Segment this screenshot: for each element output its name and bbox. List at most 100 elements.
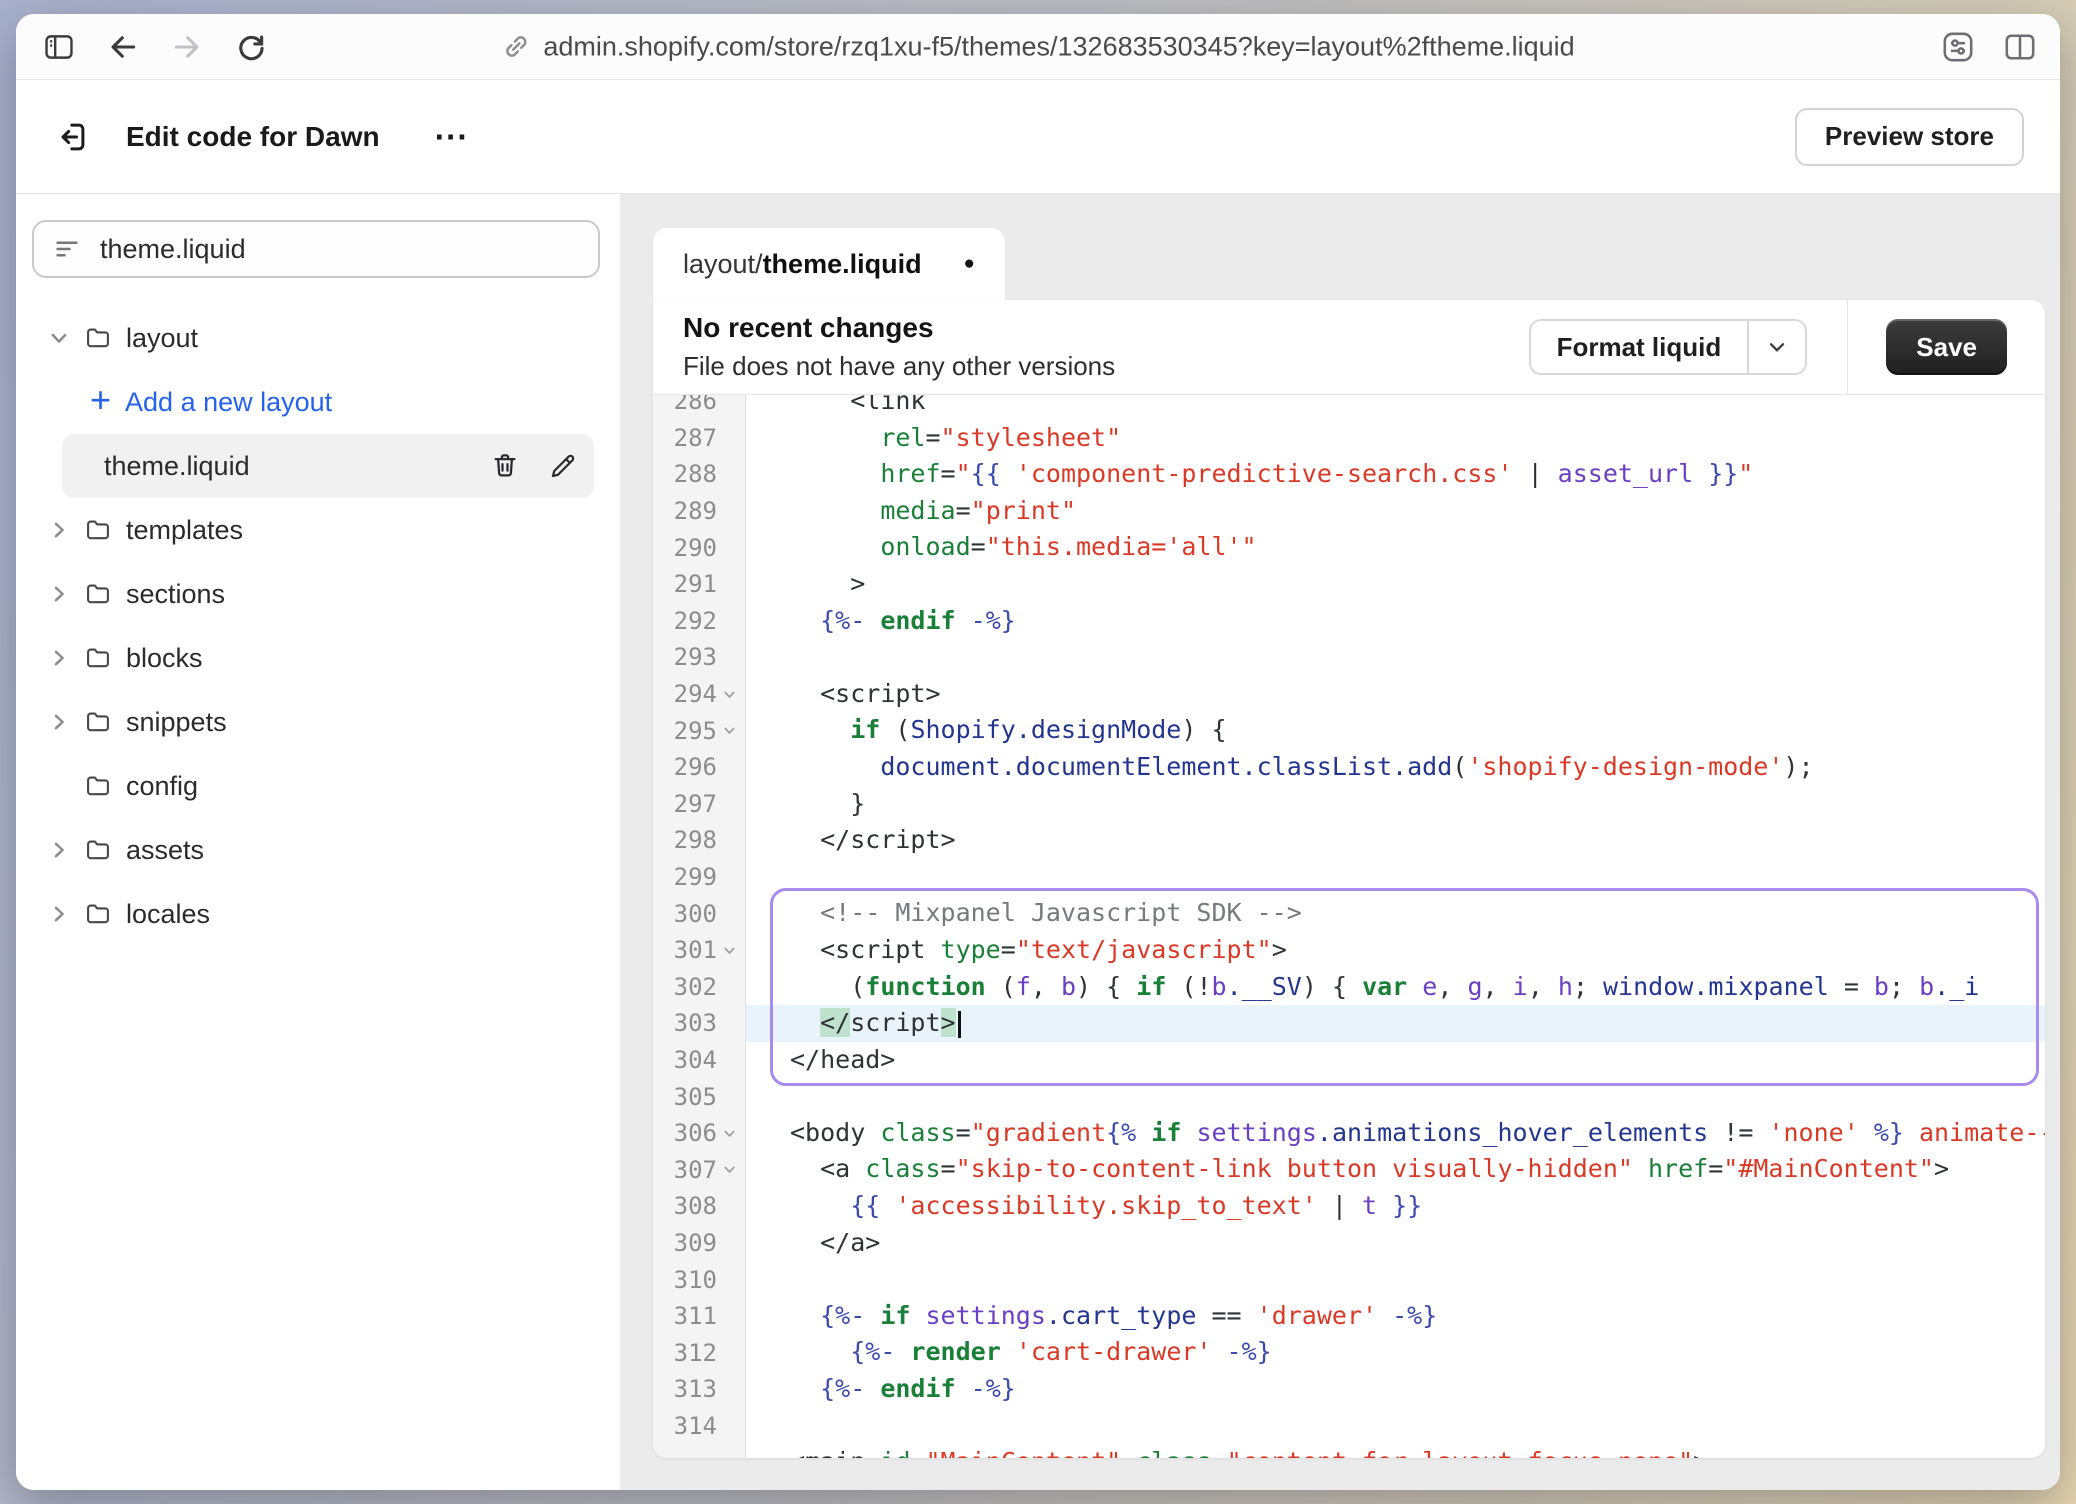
sidebar-item-blocks[interactable]: blocks bbox=[32, 626, 594, 690]
code-line[interactable]: 291 > bbox=[653, 566, 2045, 603]
fold-chevron-icon[interactable] bbox=[717, 943, 741, 958]
fold-chevron-icon[interactable] bbox=[717, 723, 741, 738]
fold-chevron-icon[interactable] bbox=[717, 687, 741, 702]
code-text[interactable]: } bbox=[746, 786, 2045, 823]
fold-chevron-icon[interactable] bbox=[717, 1126, 741, 1141]
code-line[interactable]: 313 {%- endif -%} bbox=[653, 1371, 2045, 1408]
search-input[interactable] bbox=[98, 233, 580, 266]
code-line[interactable]: 290 onload="this.media='all'" bbox=[653, 529, 2045, 566]
chevron-right-icon[interactable] bbox=[48, 583, 84, 605]
code-line[interactable]: 314 bbox=[653, 1408, 2045, 1445]
code-line[interactable]: 287 rel="stylesheet" bbox=[653, 420, 2045, 457]
sidebar-item-assets[interactable]: assets bbox=[32, 818, 594, 882]
code-text[interactable]: <link bbox=[746, 395, 2045, 420]
code-text[interactable]: </a> bbox=[746, 1225, 2045, 1262]
sidebar-item-layout[interactable]: layout bbox=[32, 306, 594, 370]
format-options-chevron-icon[interactable] bbox=[1749, 321, 1805, 373]
sidebar-item-sections[interactable]: sections bbox=[32, 562, 594, 626]
sidebar-item-theme-liquid[interactable]: theme.liquid bbox=[62, 434, 594, 498]
chevron-right-icon[interactable] bbox=[48, 519, 84, 541]
code-text[interactable] bbox=[746, 639, 2045, 676]
code-line[interactable]: 302 (function (f, b) { if (!b.__SV) { va… bbox=[653, 969, 2045, 1006]
code-text[interactable]: {{ 'accessibility.skip_to_text' | t }} bbox=[746, 1188, 2045, 1225]
code-text[interactable]: </script> bbox=[746, 822, 2045, 859]
format-liquid-button[interactable]: Format liquid bbox=[1531, 321, 1750, 373]
code-text[interactable] bbox=[746, 1261, 2045, 1298]
code-line[interactable]: 312 {%- render 'cart-drawer' -%} bbox=[653, 1334, 2045, 1371]
code-text[interactable]: (function (f, b) { if (!b.__SV) { var e,… bbox=[746, 969, 2045, 1006]
code-line[interactable]: 300 <!-- Mixpanel Javascript SDK --> bbox=[653, 895, 2045, 932]
code-line[interactable]: 308 {{ 'accessibility.skip_to_text' | t … bbox=[653, 1188, 2045, 1225]
code-text[interactable]: media="print" bbox=[746, 493, 2045, 530]
code-text[interactable]: {%- if settings.cart_type == 'drawer' -%… bbox=[746, 1298, 2045, 1335]
code-line[interactable]: 294 <script> bbox=[653, 676, 2045, 713]
code-text[interactable]: </head> bbox=[746, 1042, 2045, 1079]
back-icon[interactable] bbox=[106, 30, 140, 64]
code-line[interactable]: 306<body class="gradient{% if settings.a… bbox=[653, 1115, 2045, 1152]
code-text[interactable]: <!-- Mixpanel Javascript SDK --> bbox=[746, 895, 2045, 932]
rename-file-icon[interactable] bbox=[548, 451, 578, 481]
code-line[interactable]: 311 {%- if settings.cart_type == 'drawer… bbox=[653, 1298, 2045, 1335]
sidebar-item-snippets[interactable]: snippets bbox=[32, 690, 594, 754]
code-line[interactable]: 288 href="{{ 'component-predictive-searc… bbox=[653, 456, 2045, 493]
code-line[interactable]: 296 document.documentElement.classList.a… bbox=[653, 749, 2045, 786]
code-line[interactable]: 299 bbox=[653, 859, 2045, 896]
sidebar-item-add-a-new-layout[interactable]: +Add a new layout bbox=[32, 370, 594, 434]
code-text[interactable] bbox=[746, 1408, 2045, 1445]
code-line[interactable]: 305 bbox=[653, 1078, 2045, 1115]
code-text[interactable]: if (Shopify.designMode) { bbox=[746, 712, 2045, 749]
sidebar-item-locales[interactable]: locales bbox=[32, 882, 594, 946]
chevron-right-icon[interactable] bbox=[48, 711, 84, 733]
code-text[interactable]: {%- endif -%} bbox=[746, 1371, 2045, 1408]
code-text[interactable]: {%- render 'cart-drawer' -%} bbox=[746, 1334, 2045, 1371]
code-line[interactable]: 293 bbox=[653, 639, 2045, 676]
chevron-right-icon[interactable] bbox=[48, 839, 84, 861]
split-view-icon[interactable] bbox=[2002, 29, 2038, 65]
chevron-down-icon[interactable] bbox=[48, 327, 84, 349]
code-text[interactable]: <main id="MainContent" class="content-fo… bbox=[746, 1444, 2045, 1458]
code-line[interactable]: 286 <link bbox=[653, 395, 2045, 420]
code-line[interactable]: 295 if (Shopify.designMode) { bbox=[653, 712, 2045, 749]
code-editor[interactable]: 286 <link287 rel="stylesheet"288 href="{… bbox=[653, 395, 2045, 1458]
sidebar-item-config[interactable]: config bbox=[32, 754, 594, 818]
forward-icon[interactable] bbox=[170, 30, 204, 64]
code-text[interactable]: <body class="gradient{% if settings.anim… bbox=[746, 1115, 2045, 1152]
code-text[interactable]: rel="stylesheet" bbox=[746, 420, 2045, 457]
code-line[interactable]: 301 <script type="text/javascript"> bbox=[653, 932, 2045, 969]
code-text[interactable]: <script type="text/javascript"> bbox=[746, 932, 2045, 969]
code-line[interactable]: 310 bbox=[653, 1261, 2045, 1298]
code-line[interactable]: 298 </script> bbox=[653, 822, 2045, 859]
delete-file-icon[interactable] bbox=[490, 451, 520, 481]
code-line[interactable]: <main id="MainContent" class="content-fo… bbox=[653, 1444, 2045, 1458]
code-text[interactable]: > bbox=[746, 566, 2045, 603]
chevron-right-icon[interactable] bbox=[48, 903, 84, 925]
chevron-right-icon[interactable] bbox=[48, 647, 84, 669]
code-text[interactable]: </script> bbox=[746, 1005, 2045, 1042]
code-text[interactable]: document.documentElement.classList.add('… bbox=[746, 749, 2045, 786]
code-text[interactable] bbox=[746, 1078, 2045, 1115]
code-text[interactable]: <script> bbox=[746, 676, 2045, 713]
preview-store-button[interactable]: Preview store bbox=[1795, 108, 2024, 166]
code-text[interactable]: onload="this.media='all'" bbox=[746, 529, 2045, 566]
code-line[interactable]: 304</head> bbox=[653, 1042, 2045, 1079]
save-button[interactable]: Save bbox=[1886, 319, 2007, 375]
sidebar-toggle-icon[interactable] bbox=[42, 30, 76, 64]
code-text[interactable]: {%- endif -%} bbox=[746, 603, 2045, 640]
code-line[interactable]: 289 media="print" bbox=[653, 493, 2045, 530]
overflow-menu-icon[interactable]: ⋯ bbox=[428, 119, 474, 155]
fold-chevron-icon[interactable] bbox=[717, 1162, 741, 1177]
tab-theme-liquid[interactable]: layout/theme.liquid ● bbox=[653, 228, 1005, 300]
code-line[interactable]: 303 </script> bbox=[653, 1005, 2045, 1042]
url-bar[interactable]: admin.shopify.com/store/rzq1xu-f5/themes… bbox=[501, 31, 1574, 62]
code-text[interactable] bbox=[746, 859, 2045, 896]
code-line[interactable]: 292 {%- endif -%} bbox=[653, 603, 2045, 640]
code-line[interactable]: 309 </a> bbox=[653, 1225, 2045, 1262]
code-line[interactable]: 297 } bbox=[653, 786, 2045, 823]
code-text[interactable]: <a class="skip-to-content-link button vi… bbox=[746, 1151, 2045, 1188]
reload-icon[interactable] bbox=[234, 30, 268, 64]
sidebar-item-templates[interactable]: templates bbox=[32, 498, 594, 562]
code-line[interactable]: 307 <a class="skip-to-content-link butto… bbox=[653, 1151, 2045, 1188]
browser-settings-icon[interactable] bbox=[1940, 29, 1976, 65]
exit-editor-icon[interactable] bbox=[52, 118, 90, 156]
code-text[interactable]: href="{{ 'component-predictive-search.cs… bbox=[746, 456, 2045, 493]
